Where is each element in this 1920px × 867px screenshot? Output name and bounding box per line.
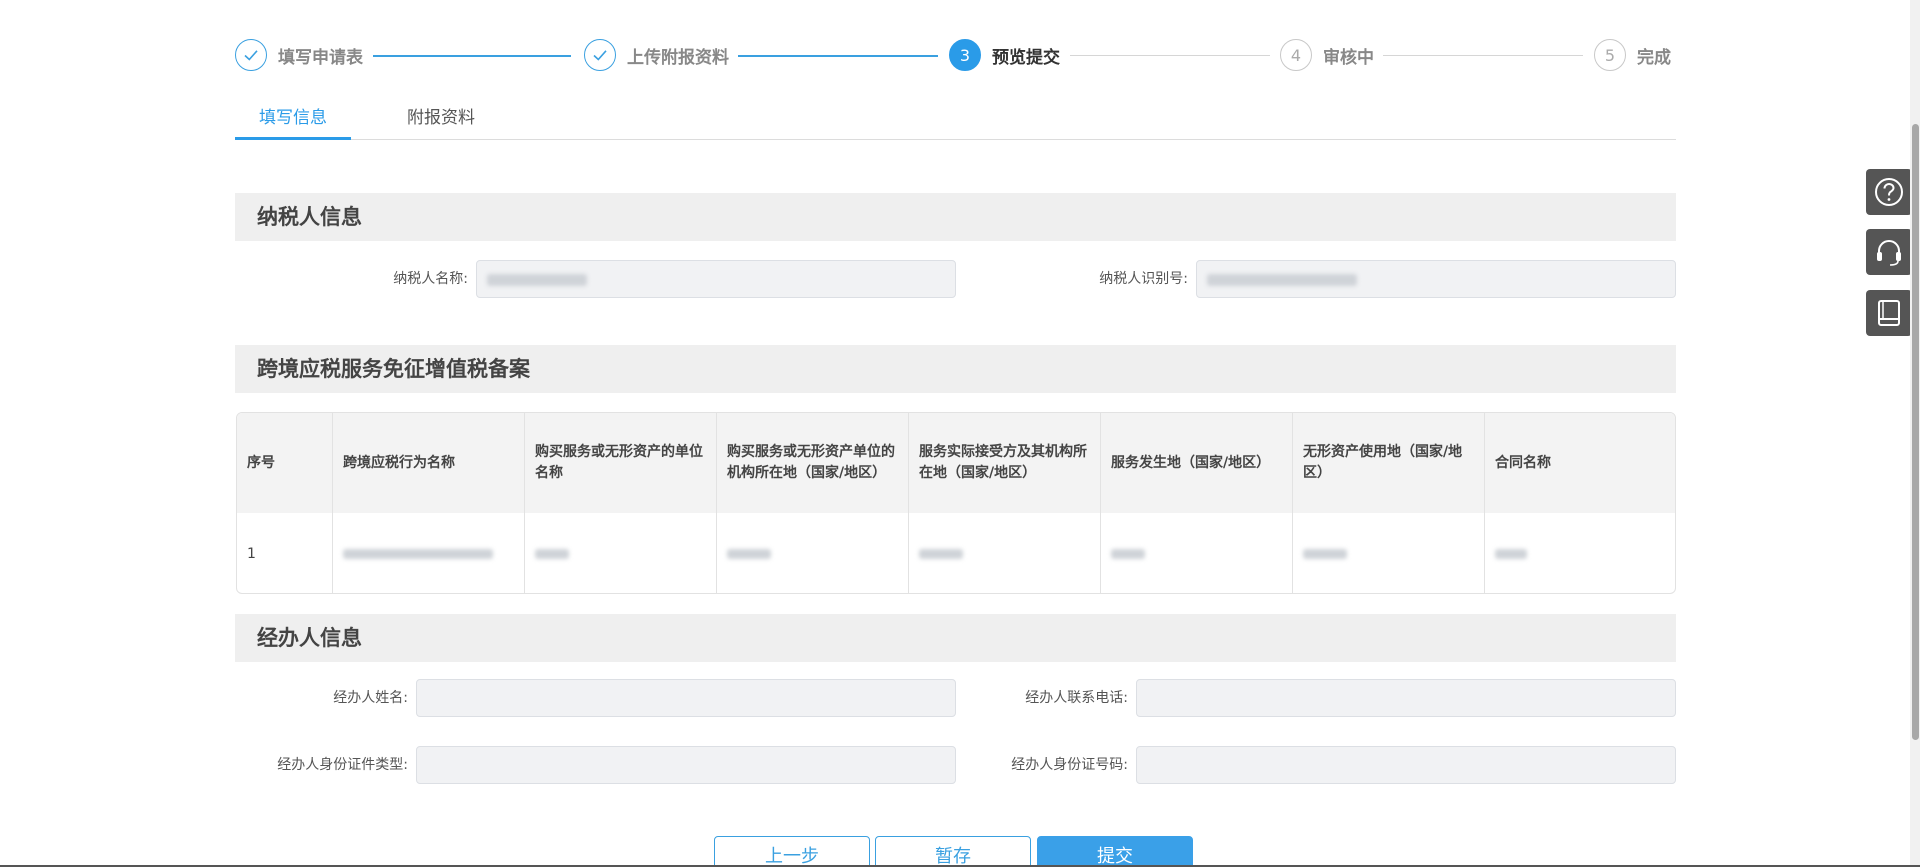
step-complete: 5 完成 [1594,38,1671,72]
table-header-cell: 购买服务或无形资产的单位名称 [525,413,717,513]
taxpayer-id-field[interactable] [1196,260,1676,298]
book-icon [1878,300,1900,326]
submit-button[interactable]: 提交 [1037,836,1193,867]
agent-id-number-field[interactable] [1136,746,1676,784]
table-cell [525,513,717,593]
step-label: 预览提交 [992,47,1060,68]
tab-fill-info[interactable]: 填写信息 [235,100,351,140]
table-header-cell: 跨境应税行为名称 [333,413,525,513]
taxpayer-id-label: 纳税人识别号: [1099,271,1188,287]
page-scrollbar-thumb[interactable] [1912,124,1919,740]
step-preview-submit: 3 预览提交 [949,38,1060,72]
step-connector [1070,55,1270,56]
redacted-value [535,549,569,559]
help-button[interactable] [1866,169,1912,215]
section-agent-info: 经办人信息 [235,614,1676,662]
table-cell [717,513,909,593]
taxpayer-name-field[interactable] [476,260,956,298]
section-taxpayer-info: 纳税人信息 [235,193,1676,241]
check-icon [584,39,616,71]
section-title: 纳税人信息 [257,205,362,229]
manual-button[interactable] [1866,290,1912,336]
save-draft-button[interactable]: 暂存 [875,836,1031,867]
step-fill-form: 填写申请表 [235,38,363,72]
section-title: 跨境应税服务免征增值税备案 [257,357,530,381]
table-header-cell: 合同名称 [1495,454,1551,471]
customer-service-button[interactable] [1866,229,1912,275]
step-number: 4 [1280,39,1312,71]
section-title: 经办人信息 [257,626,362,650]
step-upload-attachments: 上传附报资料 [584,38,729,72]
agent-id-type-field[interactable] [416,746,956,784]
redacted-value [1303,549,1347,559]
agent-phone-field[interactable] [1136,679,1676,717]
redacted-value [1111,549,1145,559]
section-cross-border-filing: 跨境应税服务免征增值税备案 [235,345,1676,393]
redacted-value [919,549,963,559]
agent-id-number-label: 经办人身份证号码: [1011,757,1128,773]
table-header-cell: 无形资产使用地（国家/地区） [1293,413,1485,513]
agent-name-label: 经办人姓名: [333,690,408,706]
step-label: 审核中 [1323,47,1374,68]
table-cell [909,513,1101,593]
table-header-cell: 服务实际接受方及其机构所在地（国家/地区） [909,413,1101,513]
step-connector [1383,55,1583,56]
redacted-value [1207,274,1357,286]
step-label: 上传附报资料 [627,47,729,68]
table-header-cell: 序号 [237,413,333,513]
table-cell [1293,513,1485,593]
table-cell [1101,513,1293,593]
check-icon [235,39,267,71]
agent-id-type-label: 经办人身份证件类型: [277,757,408,773]
step-number: 3 [949,39,981,71]
table-header-cell: 购买服务或无形资产单位的机构所在地（国家/地区） [717,413,909,513]
headset-icon [1877,240,1901,266]
table-cell-index: 1 [237,513,333,593]
redacted-value [487,274,587,286]
step-connector [738,55,938,57]
step-label: 完成 [1637,47,1671,68]
table-header-cell: 服务发生地（国家/地区） [1101,413,1293,513]
step-number: 5 [1594,39,1626,71]
redacted-value [343,549,493,559]
step-under-review: 4 审核中 [1280,38,1374,72]
tab-attachments[interactable]: 附报资料 [383,100,499,140]
filing-table: 序号 跨境应税行为名称 购买服务或无形资产的单位名称 购买服务或无形资产单位的机… [236,412,1676,594]
table-cell [333,513,525,593]
step-connector [373,55,571,57]
step-label: 填写申请表 [278,47,363,68]
redacted-value [1495,549,1527,559]
help-icon [1875,178,1903,206]
step-progress: 填写申请表 上传附报资料 3 预览提交 4 审核中 5 完成 [235,38,1675,72]
agent-phone-label: 经办人联系电话: [1025,690,1128,706]
prev-step-button[interactable]: 上一步 [714,836,870,867]
page: 填写申请表 上传附报资料 3 预览提交 4 审核中 5 完成 填写信息 附报资料 [0,0,1920,867]
agent-name-field[interactable] [416,679,956,717]
table-cell [1485,513,1675,593]
taxpayer-name-label: 纳税人名称: [393,271,468,287]
redacted-value [727,549,771,559]
tab-bar: 填写信息 附报资料 [235,100,1676,140]
